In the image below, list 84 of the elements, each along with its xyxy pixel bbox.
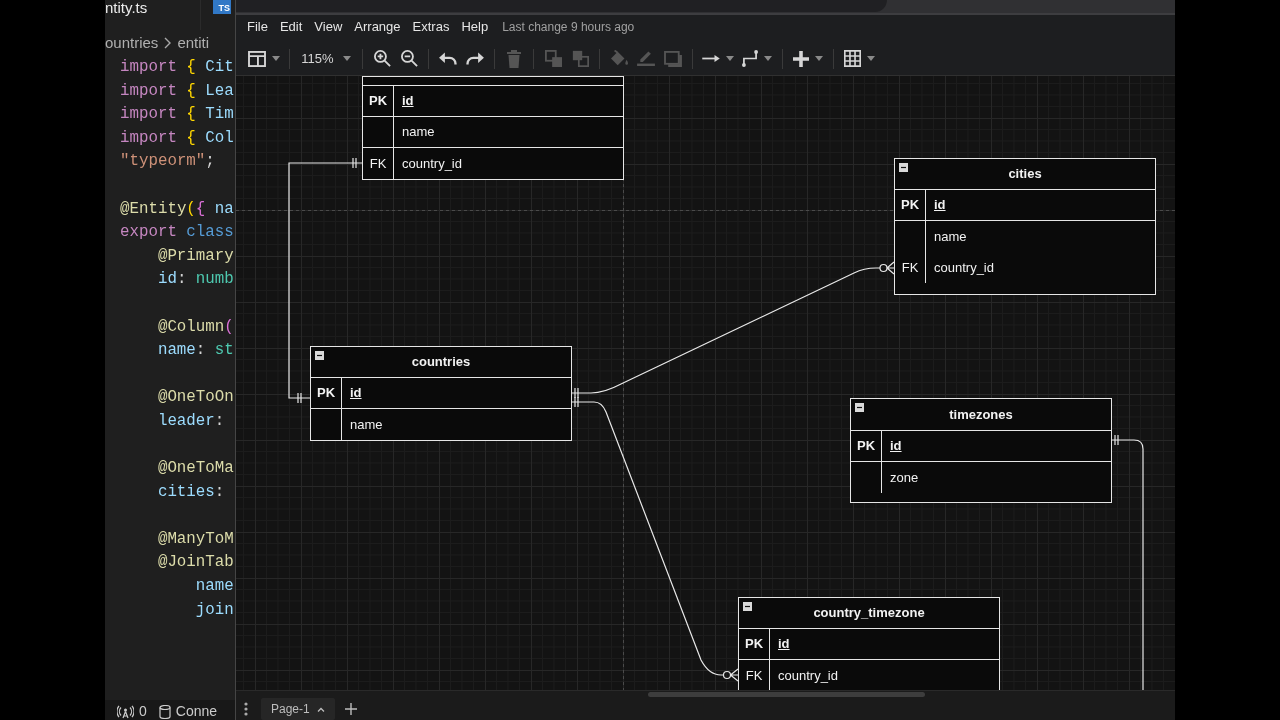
vertical-dots-icon[interactable] (244, 702, 248, 716)
broadcast-icon (117, 704, 134, 719)
menu-item[interactable]: Help (455, 16, 495, 37)
plus-icon (793, 50, 809, 67)
status-item[interactable]: 0 (117, 703, 147, 720)
table-title: cities (1008, 165, 1042, 184)
code-line: leader: (157, 410, 225, 432)
code-line: @Entity({ na (120, 198, 234, 220)
code-line: join (195, 599, 234, 621)
field-name: id (350, 384, 362, 403)
code-line: import { Cit (120, 57, 234, 78)
shadow-square-icon (664, 50, 682, 67)
field-name: country_id (778, 666, 838, 685)
menu-item[interactable]: Edit (273, 16, 309, 37)
menu-item[interactable]: View (308, 16, 349, 37)
field-name: id (934, 196, 946, 215)
key-label: FK (901, 258, 919, 277)
collapse-icon[interactable] (899, 163, 908, 172)
collapse-icon[interactable] (315, 351, 324, 360)
trash-icon (507, 49, 521, 68)
key-label: PK (744, 635, 764, 654)
code-line: @Primary (157, 245, 234, 267)
code-line: "typeorm"; (120, 151, 215, 173)
field-name: country_id (934, 258, 994, 277)
elbow-connector-icon (742, 50, 758, 67)
code-line: @Column( (157, 316, 234, 338)
chevron-right-icon (164, 37, 172, 49)
status-item[interactable]: Conne (158, 703, 218, 720)
stacked-squares-icon (571, 50, 589, 67)
database-icon (158, 704, 171, 719)
table-title: timezones (949, 405, 1013, 424)
arrow-right-icon (702, 55, 720, 62)
code-line: @JoinTab (157, 552, 234, 574)
page-tab[interactable]: Page-1 (261, 698, 335, 720)
code-line: cities: (157, 481, 225, 503)
field-name: zone (890, 468, 919, 487)
collapse-icon[interactable] (855, 403, 864, 412)
field-name: id (402, 92, 414, 111)
undo-icon (439, 51, 457, 66)
key-label: PK (368, 92, 388, 111)
key-label: PK (856, 437, 876, 456)
menu-item[interactable]: File (241, 16, 274, 37)
key-label: FK (745, 666, 763, 685)
horizontal-scrollbar[interactable] (648, 692, 925, 697)
code-line: export class (120, 222, 234, 244)
code-line: @OneToMa (157, 458, 234, 480)
zoom-level-dropdown[interactable]: 115% (296, 45, 356, 72)
code-line: @ManyToM (157, 528, 234, 550)
menu-item[interactable]: Arrange (348, 16, 407, 37)
field-name: id (890, 437, 902, 456)
table-title: country_timezone (813, 604, 925, 623)
menu-item[interactable]: Extras (406, 16, 456, 37)
code-line: id: numb (157, 269, 234, 291)
collapse-icon[interactable] (743, 602, 752, 611)
panel-layout-icon (248, 50, 266, 67)
field-name: id (778, 635, 790, 654)
code-line: import { Tim (120, 104, 234, 126)
code-line: name (195, 576, 234, 598)
table-title: countries (411, 353, 471, 372)
key-label: PK (316, 384, 336, 403)
plus-icon[interactable] (344, 703, 357, 715)
code-line: name: st (157, 340, 234, 362)
breadcrumb-item[interactable]: entiti (177, 31, 210, 55)
field-name: name (934, 227, 967, 246)
zoom-in-icon (373, 50, 391, 67)
field-name: name (350, 415, 383, 434)
key-label: PK (900, 196, 920, 215)
field-name: name (402, 123, 435, 142)
typescript-file-icon: TS (213, 0, 231, 14)
editor-tab[interactable]: ntity.ts (105, 0, 200, 30)
code-line: @OneToOn (157, 387, 234, 409)
breadcrumb-item[interactable]: ountries (105, 31, 159, 55)
code-line: import { Lea (120, 80, 234, 102)
code-line: import { Col (120, 127, 234, 149)
pencil-icon (637, 51, 655, 66)
stacked-squares-icon (544, 50, 562, 67)
caret-up-icon (316, 706, 325, 712)
key-label: FK (369, 154, 387, 173)
field-name: country_id (402, 154, 462, 173)
zoom-out-icon (400, 50, 418, 67)
grid-icon (843, 50, 861, 67)
redo-icon (466, 51, 484, 66)
last-change-label: Last change 9 hours ago (502, 18, 635, 36)
paint-bucket-icon (610, 50, 628, 67)
